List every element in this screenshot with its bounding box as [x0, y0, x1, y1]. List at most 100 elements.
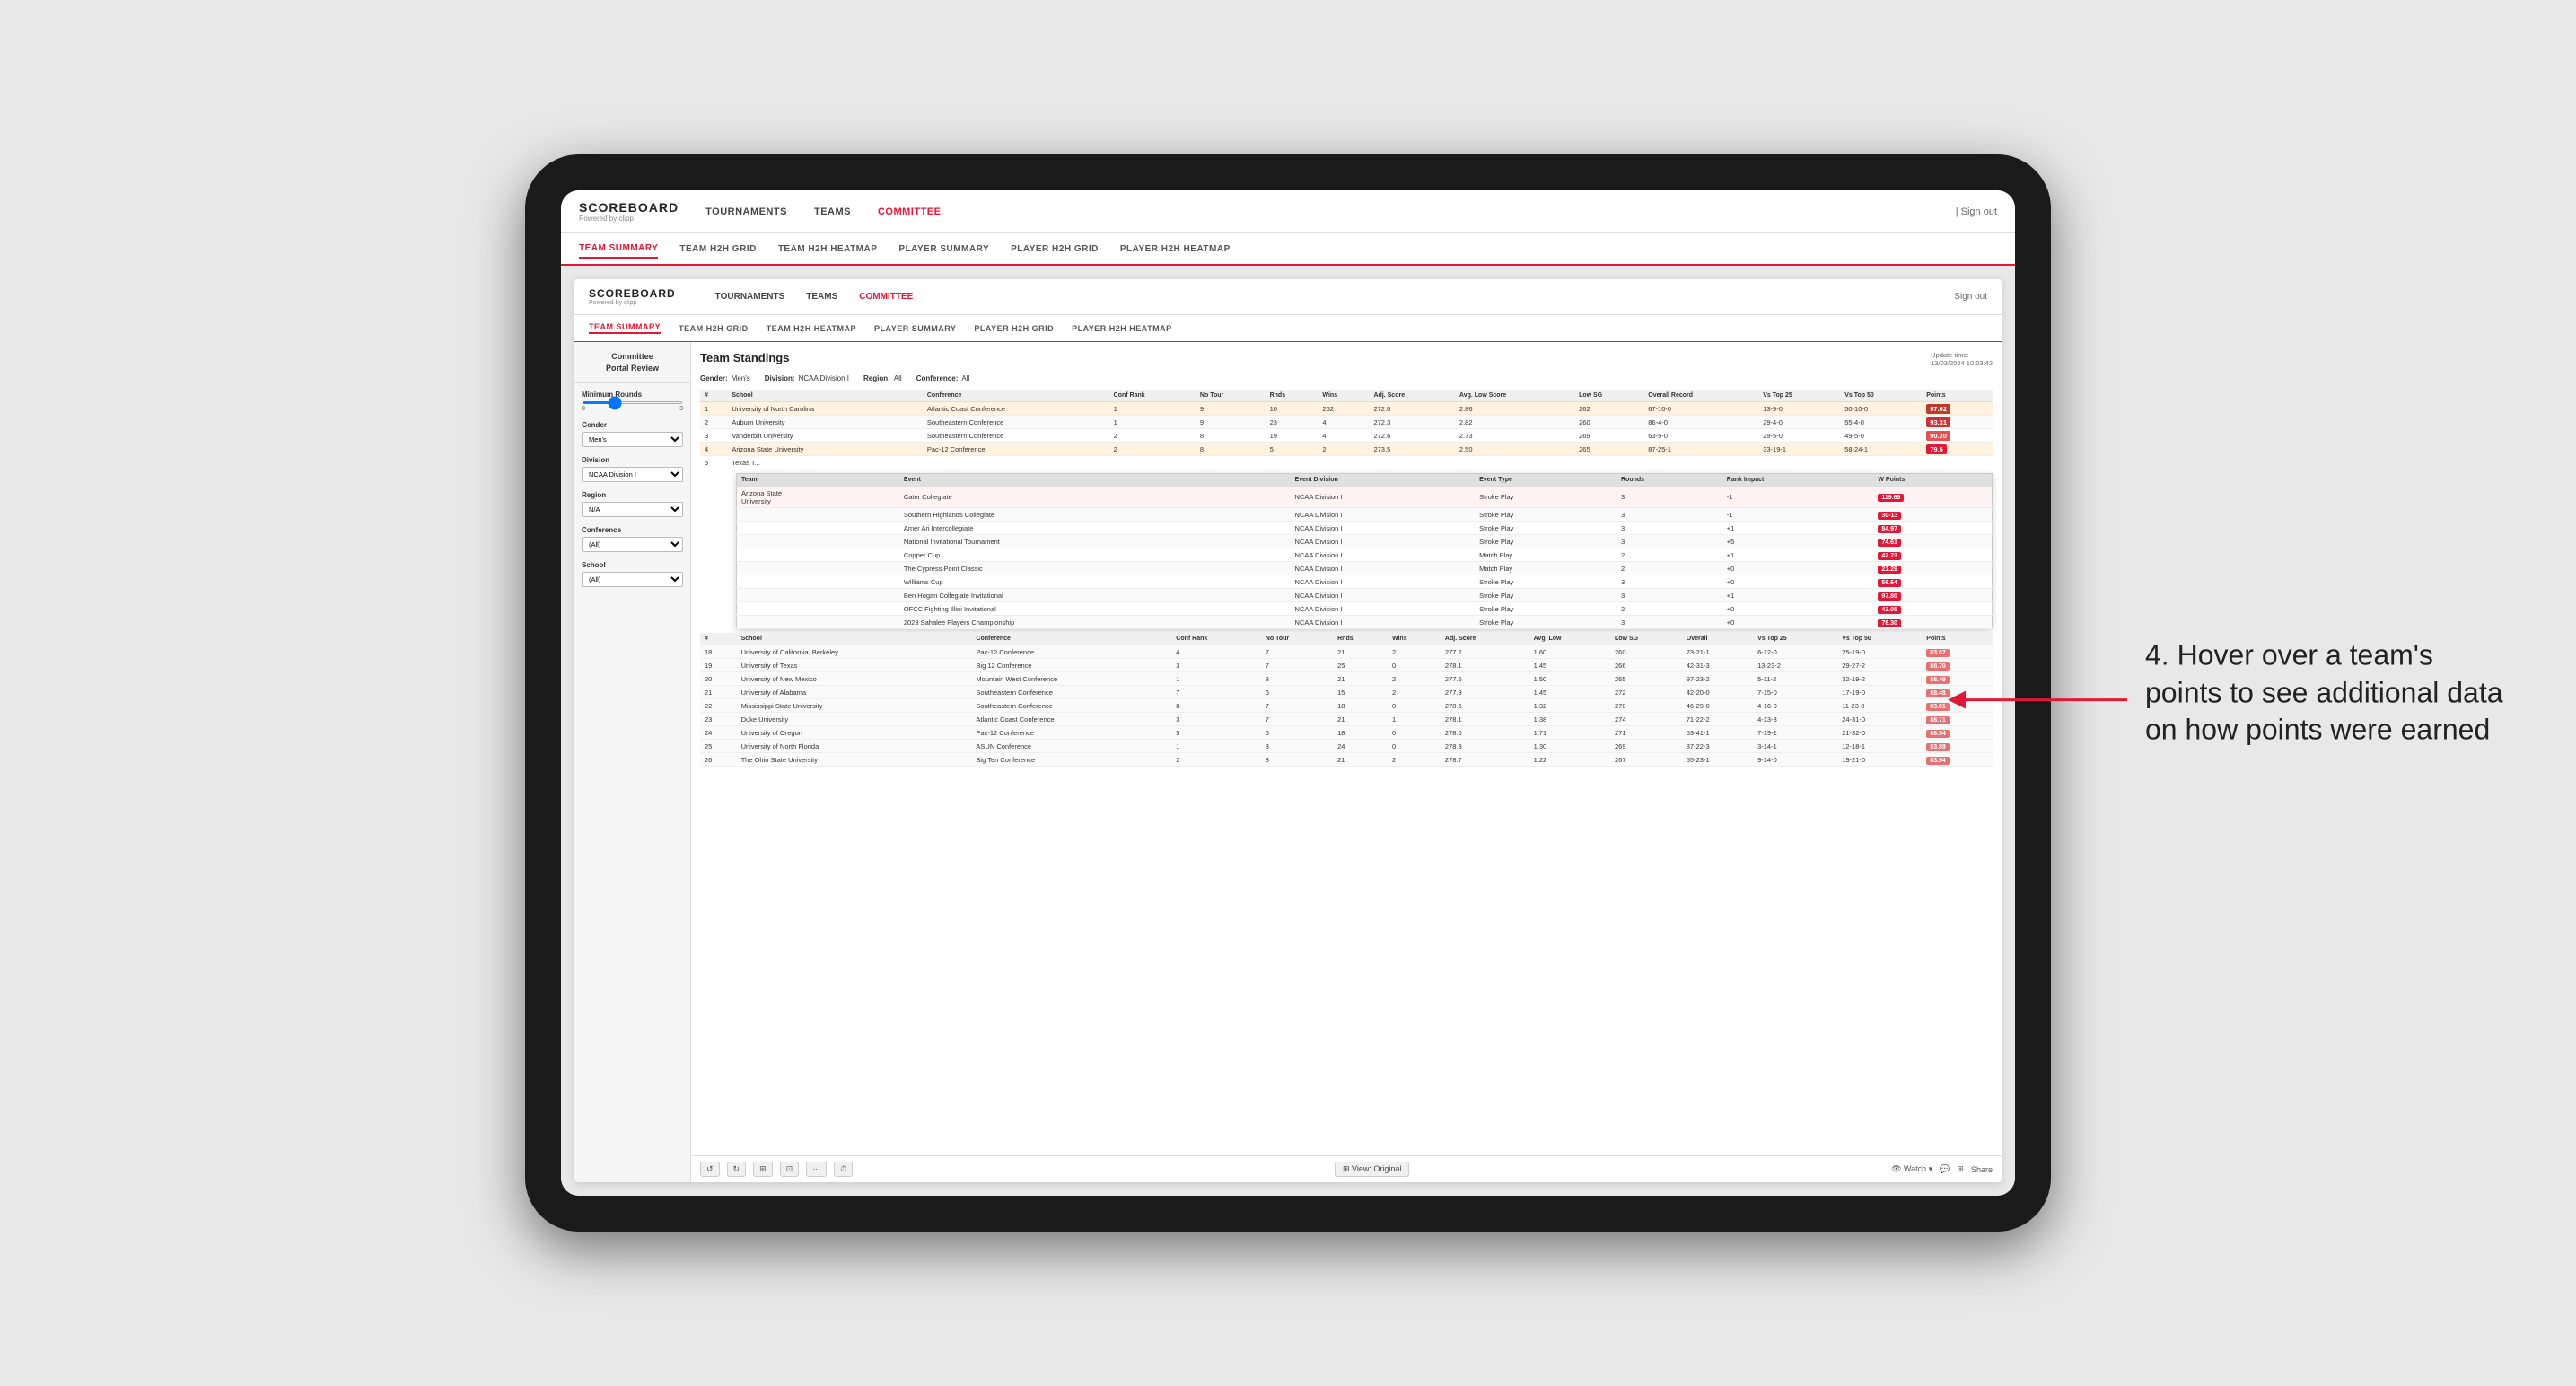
inner-subnav-team-summary[interactable]: TEAM SUMMARY	[589, 322, 661, 334]
cell-overall: 87-22-3	[1682, 740, 1753, 753]
cell-no-tour: 6	[1261, 726, 1333, 740]
cell-low-sg: 262	[1574, 402, 1643, 416]
cell-vs25: 3-14-1	[1753, 740, 1837, 753]
cell-points[interactable]: 93.31	[1922, 416, 1993, 429]
cell-points[interactable]: 79.5	[1922, 443, 1993, 456]
conference-filter-label: Conference:	[916, 374, 959, 382]
footer-right: 👁 Watch ▾ 💬 ⊞ Share	[1891, 1164, 1993, 1174]
crop-button[interactable]: ⊡	[780, 1162, 800, 1177]
inner-subnav-player-h2h-grid[interactable]: PLAYER H2H GRID	[974, 324, 1054, 333]
cell-vs50: 55-4-0	[1840, 416, 1922, 429]
cell-points[interactable]: 83.94	[1922, 753, 1993, 767]
min-rounds-slider[interactable]	[582, 401, 683, 404]
nav-tournaments[interactable]: TOURNAMENTS	[705, 203, 787, 221]
cell-adj-score: 278.1	[1441, 659, 1529, 672]
tooltip-cell-rounds: 2	[1617, 602, 1722, 616]
nav-teams[interactable]: TEAMS	[814, 203, 851, 221]
inner-subnav-player-h2h-heatmap[interactable]: PLAYER H2H HEATMAP	[1072, 324, 1172, 333]
timer-button[interactable]: ⏱	[834, 1162, 853, 1177]
tooltip-cell-type: Stroke Play	[1475, 535, 1617, 548]
cell-no-tour: 6	[1261, 686, 1333, 699]
subnav-player-h2h-heatmap[interactable]: PLAYER H2H HEATMAP	[1120, 241, 1231, 258]
tooltip-cell-w-points: 21.29	[1873, 562, 1992, 575]
subnav-player-summary[interactable]: PLAYER SUMMARY	[898, 241, 989, 258]
inner-subnav-team-h2h-heatmap[interactable]: TEAM H2H HEATMAP	[767, 324, 856, 333]
cell-points[interactable]: 88.54	[1922, 726, 1993, 740]
subnav-team-h2h-grid[interactable]: TEAM H2H GRID	[679, 241, 756, 258]
filter-region: Region N/A Northeast Southeast All	[582, 491, 683, 517]
tooltip-cell-rank-impact: +0	[1722, 616, 1874, 629]
nav-committee[interactable]: COMMITTEE	[878, 203, 942, 221]
tooltip-cell-type: Stroke Play	[1475, 616, 1617, 629]
tooltip-cell-type: Match Play	[1475, 548, 1617, 562]
inner-subnav-team-h2h-grid[interactable]: TEAM H2H GRID	[679, 324, 749, 333]
cell-points[interactable]: 88.70	[1922, 659, 1993, 672]
grid-button[interactable]: ⊞	[1957, 1164, 1964, 1174]
cell-points[interactable]: 83.07	[1922, 645, 1993, 659]
cell-low-sg: 271	[1610, 726, 1682, 740]
standings-title: Team Standings	[700, 351, 789, 364]
conference-filter-value: All	[961, 374, 969, 382]
cell-points[interactable]: 83.89	[1922, 740, 1993, 753]
cell-no-tour: 8	[1196, 443, 1266, 456]
redo-button[interactable]: ↻	[727, 1162, 747, 1177]
update-time: Update time:13/03/2024 10:03:42	[1931, 351, 1993, 367]
division-filter-value: NCAA Division I	[799, 374, 849, 382]
sign-out-button[interactable]: | Sign out	[1956, 206, 1997, 217]
cell-wins: 2	[1318, 443, 1369, 456]
cell-rnds: 18	[1333, 726, 1388, 740]
zoom-fit-button[interactable]: ⊞	[753, 1162, 773, 1177]
cell-rnds	[1266, 456, 1319, 469]
watch-button[interactable]: 👁 Watch ▾	[1891, 1164, 1932, 1174]
tooltip-cell-type: Stroke Play	[1475, 589, 1617, 602]
tooltip-cell-division: NCAA Division I	[1291, 589, 1476, 602]
comment-button[interactable]: 💬	[1940, 1164, 1950, 1174]
inner-sign-out[interactable]: Sign out	[1954, 292, 1987, 302]
tooltip-cell-w-points: 74.61	[1873, 535, 1992, 548]
cell-rnds: 21	[1333, 713, 1388, 726]
col-no-tour: No Tour	[1196, 390, 1266, 402]
cell-no-tour: 7	[1261, 659, 1333, 672]
tooltip-cell-w-points: 30-13	[1873, 508, 1992, 522]
cell-conf-rank: 3	[1171, 713, 1261, 726]
tooltip-cell-event: Ben Hogan Collegiate Invitational	[899, 589, 1291, 602]
tooltip-cell-event: National Invitational Tournament	[899, 535, 1291, 548]
main-content: SCOREBOARD Powered by clipp TOURNAMENTS …	[561, 266, 2015, 1196]
cell-rank: 23	[700, 713, 737, 726]
inner-nav-committee[interactable]: COMMITTEE	[859, 292, 913, 302]
subnav-team-summary[interactable]: TEAM SUMMARY	[579, 240, 658, 259]
region-select[interactable]: N/A Northeast Southeast All	[582, 502, 683, 517]
school-select[interactable]: (All)	[582, 572, 683, 587]
view-original-button[interactable]: ⊞ View: Original	[1335, 1162, 1409, 1177]
subnav-player-h2h-grid[interactable]: PLAYER H2H GRID	[1011, 241, 1099, 258]
cell-points[interactable]	[1922, 456, 1993, 469]
col-overall: Overall Record	[1643, 390, 1758, 402]
cell-vs50: 17-19-0	[1837, 686, 1922, 699]
cell-points[interactable]: 90.20	[1922, 429, 1993, 443]
tooltip-cell-event: OFCC Fighting Illini Invitational	[899, 602, 1291, 616]
subnav-team-h2h-heatmap[interactable]: TEAM H2H HEATMAP	[778, 241, 878, 258]
conference-select[interactable]: (All) ACC SEC	[582, 537, 683, 552]
cell-school: Texas T...	[727, 456, 923, 469]
undo-button[interactable]: ↺	[700, 1162, 720, 1177]
share-button[interactable]: Share	[1971, 1165, 1993, 1174]
cell-wins: 2	[1388, 645, 1441, 659]
inner-nav-tournaments[interactable]: TOURNAMENTS	[715, 292, 785, 302]
gender-select[interactable]: Men's Women's All	[582, 432, 683, 447]
cell-school: University of California, Berkeley	[737, 645, 972, 659]
cell-conf-rank: 1	[1109, 416, 1196, 429]
tooltip-cell-rank-impact: +5	[1722, 535, 1874, 548]
cell-points[interactable]: 97.02	[1922, 402, 1993, 416]
cell-conf-rank: 1	[1171, 740, 1261, 753]
cell-school: Duke University	[737, 713, 972, 726]
cell-wins: 4	[1318, 416, 1369, 429]
cell-wins: 2	[1388, 686, 1441, 699]
inner-nav-teams[interactable]: TEAMS	[806, 292, 837, 302]
cell-overall: 53-41-1	[1682, 726, 1753, 740]
app-logo-sub: Powered by clipp	[579, 215, 679, 223]
more-button[interactable]: ⋯	[806, 1162, 827, 1177]
tooltip-cell-rounds: 3	[1617, 535, 1722, 548]
division-select[interactable]: NCAA Division I NCAA Division II All	[582, 467, 683, 482]
annotation-text: 4. Hover over a team's points to see add…	[2145, 637, 2504, 750]
inner-subnav-player-summary[interactable]: PLAYER SUMMARY	[874, 324, 956, 333]
